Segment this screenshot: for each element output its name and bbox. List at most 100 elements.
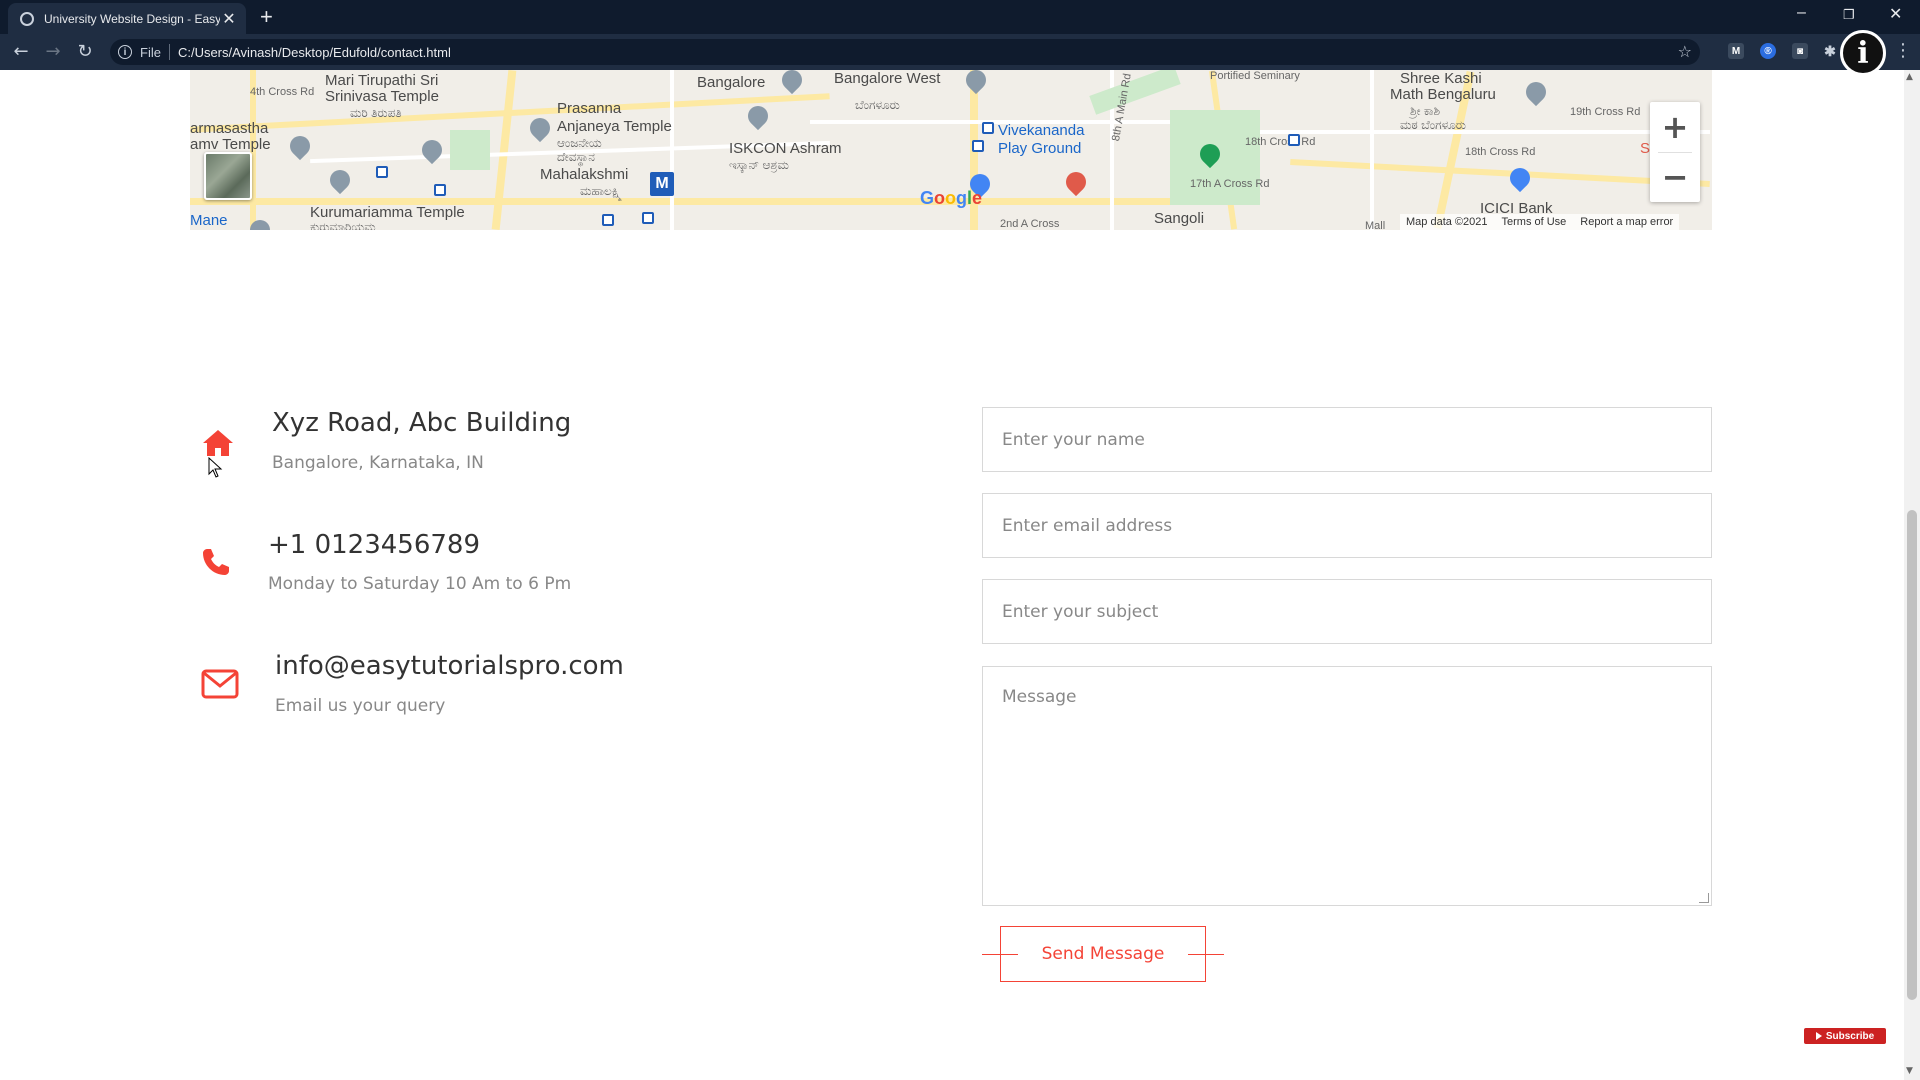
- satellite-view-toggle[interactable]: [204, 152, 252, 200]
- place-pin-icon[interactable]: [961, 70, 991, 95]
- subscribe-label: Subscribe: [1825, 1030, 1875, 1042]
- map-road: [1250, 130, 1710, 134]
- map-label: 18th Cross Rd: [1465, 146, 1536, 158]
- home-icon: [203, 430, 233, 456]
- map-label: S: [1640, 140, 1651, 157]
- map-label: Anjaneya Temple: [557, 118, 672, 135]
- send-message-button[interactable]: Send Message: [1000, 926, 1206, 982]
- report-map-error-link[interactable]: Report a map error: [1580, 216, 1673, 228]
- message-textarea[interactable]: [983, 667, 1711, 905]
- gmail-extension-icon[interactable]: M: [1728, 43, 1744, 59]
- map-label: Bangalore West: [834, 70, 941, 87]
- bus-stop-icon[interactable]: [972, 140, 984, 152]
- map-label: ಮಹಾಲಕ್ಷ್ಮಿ: [580, 184, 622, 198]
- new-tab-button[interactable]: +: [260, 4, 273, 30]
- map-label: amv Temple: [190, 136, 271, 153]
- map-road: [1290, 159, 1710, 187]
- google-letter: e: [972, 188, 983, 208]
- google-map[interactable]: Mari Tirupathi Sri Srinivasa Temple ಮರಿ …: [190, 70, 1712, 230]
- reload-icon[interactable]: ↻: [74, 41, 96, 62]
- bus-stop-icon[interactable]: [434, 184, 446, 196]
- tab-close-icon[interactable]: ✕: [220, 9, 238, 28]
- bus-stop-icon[interactable]: [602, 214, 614, 226]
- bus-stop-icon[interactable]: [376, 166, 388, 178]
- map-label: Shree Kashi: [1400, 70, 1482, 87]
- zoom-in-button[interactable]: +: [1650, 102, 1700, 152]
- extension-circle-icon[interactable]: ®: [1760, 43, 1776, 59]
- address-bar[interactable]: i File C:/Users/Avinash/Desktop/Edufold/…: [110, 39, 1700, 65]
- url-separator: [168, 44, 170, 60]
- mouse-cursor-icon: [208, 457, 223, 478]
- temple-pin-icon[interactable]: [285, 131, 315, 161]
- google-letter: g: [956, 188, 968, 208]
- map-label: ಶ್ರೀ ಕಾಶಿ: [1410, 104, 1441, 118]
- google-letter: o: [934, 188, 946, 208]
- map-label: ಮಠ ಬೆಂಗಳೂರು: [1400, 118, 1466, 132]
- map-label: ಆಂಜನೇಯ: [557, 136, 602, 150]
- map-label: Play Ground: [998, 140, 1082, 157]
- scroll-down-icon[interactable]: ▼: [1906, 1066, 1913, 1076]
- map-label: 2nd A Cross: [1000, 218, 1060, 230]
- url-text[interactable]: C:/Users/Avinash/Desktop/Edufold/contact…: [178, 45, 451, 60]
- map-label: Mahalakshmi: [540, 166, 629, 183]
- google-letter: o: [945, 188, 957, 208]
- message-field[interactable]: [982, 666, 1712, 906]
- close-window-button[interactable]: ✕: [1889, 4, 1902, 24]
- page-scrollbar[interactable]: ▲ ▼: [1904, 70, 1920, 1080]
- browser-menu-icon[interactable]: ⋮: [1894, 40, 1912, 61]
- extensions-puzzle-icon[interactable]: ✱: [1822, 43, 1838, 59]
- zoom-out-button[interactable]: −: [1650, 152, 1700, 202]
- map-label: ಬೆಂಗಳೂರು: [855, 98, 900, 112]
- address-subtitle: Bangalore, Karnataka, IN: [272, 453, 484, 473]
- email-field[interactable]: [982, 493, 1712, 558]
- temple-pin-icon[interactable]: [525, 113, 555, 143]
- bus-stop-icon[interactable]: [642, 212, 654, 224]
- map-label: ಮರಿ ತಿರುಪತಿ: [350, 106, 402, 120]
- metro-station-icon[interactable]: M: [650, 172, 674, 196]
- map-label: Vivekananda: [998, 122, 1085, 139]
- tab-title: University Website Design - Easy: [44, 11, 220, 26]
- address-title: Xyz Road, Abc Building: [272, 408, 572, 438]
- temple-pin-icon[interactable]: [325, 165, 355, 195]
- place-pin-icon[interactable]: [777, 70, 807, 95]
- temple-pin-icon[interactable]: [417, 135, 447, 165]
- map-label: Sangoli: [1154, 210, 1205, 227]
- browser-toolbar: ← → ↻ i File C:/Users/Avinash/Desktop/Ed…: [0, 34, 1920, 70]
- bus-stop-icon[interactable]: [982, 122, 994, 134]
- subject-field[interactable]: [982, 579, 1712, 644]
- subscribe-badge: Subscribe: [1804, 1028, 1886, 1044]
- map-label: ದೇವಸ್ಥಾನ: [557, 150, 595, 164]
- subject-input[interactable]: [983, 580, 1711, 643]
- terms-of-use-link[interactable]: Terms of Use: [1502, 216, 1567, 228]
- globe-icon: [20, 11, 34, 26]
- hospital-pin-icon[interactable]: [1061, 167, 1091, 197]
- temple-pin-icon[interactable]: [743, 101, 773, 131]
- map-label: ಇಸ್ಕಾನ್ ಆಶ್ರಮ: [729, 158, 789, 172]
- map-label: armasastha: [190, 120, 269, 137]
- bus-stop-icon[interactable]: [1288, 134, 1300, 146]
- scroll-thumb[interactable]: [1907, 510, 1917, 1000]
- site-info-icon[interactable]: i: [118, 45, 132, 59]
- phone-icon: [203, 549, 229, 575]
- map-road: [1370, 70, 1374, 230]
- resize-handle-icon[interactable]: [1699, 893, 1709, 903]
- temple-pin-icon[interactable]: [1521, 77, 1551, 107]
- forward-icon[interactable]: →: [42, 41, 64, 62]
- name-field[interactable]: [982, 407, 1712, 472]
- map-data-credit: Map data ©2021: [1406, 216, 1488, 228]
- restore-button[interactable]: ❐: [1843, 7, 1855, 23]
- back-icon[interactable]: ←: [10, 41, 32, 62]
- minimize-button[interactable]: –: [1797, 4, 1806, 22]
- map-label: Prasanna: [557, 100, 622, 117]
- email-input[interactable]: [983, 494, 1711, 557]
- bank-pin-icon[interactable]: [1505, 163, 1535, 193]
- name-input[interactable]: [983, 408, 1711, 471]
- browser-tab-bar: University Website Design - Easy ✕ + – ❐…: [0, 0, 1920, 34]
- google-logo: Google: [920, 188, 982, 209]
- map-label: ISKCON Ashram: [729, 140, 842, 157]
- camera-extension-icon[interactable]: ◙: [1792, 43, 1808, 59]
- scroll-up-icon[interactable]: ▲: [1906, 72, 1913, 82]
- map-label: Srinivasa Temple: [325, 88, 439, 105]
- bookmark-star-icon[interactable]: ☆: [1678, 42, 1692, 61]
- browser-tab[interactable]: University Website Design - Easy ✕: [8, 3, 246, 34]
